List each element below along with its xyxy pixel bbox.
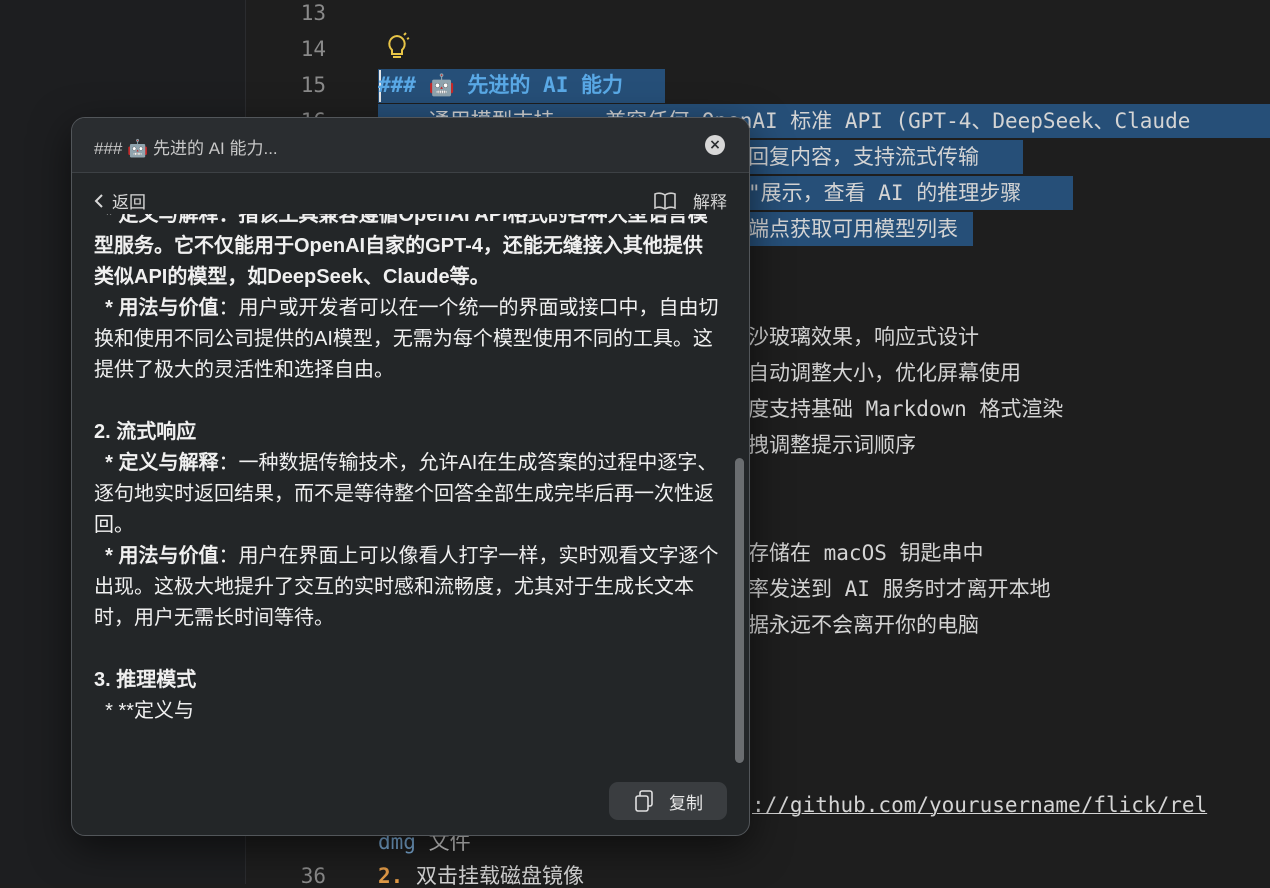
popup-header: ### 🤖 先进的 AI 能力... × [72, 118, 749, 173]
paragraph: * **定义与 [94, 700, 195, 722]
code-text: 双击挂载磁盘镜像 [403, 864, 584, 888]
paragraph-label: * 用法与价值 [94, 545, 219, 567]
paragraph: * 用法与价值：用户或开发者可以在一个统一的界面或接口中，自由切换和使用不同公司… [94, 293, 722, 386]
line-number: 13 [300, 1, 326, 25]
code-line-21[interactable]: 沙玻璃效果，响应式设计 [748, 325, 979, 349]
code-line-29[interactable]: 据永远不会离开你的电脑 [748, 613, 979, 637]
book-icon [654, 191, 676, 210]
line-number: 15 [300, 73, 326, 97]
code-line-link[interactable]: ://github.com/yourusername/flick/rel [752, 793, 1207, 817]
section-heading: 3. 推理模式 [94, 665, 722, 696]
explain-button[interactable]: 解释 [653, 188, 727, 213]
heading-text: 2. 流式响应 [94, 421, 197, 443]
heading-hash: ### [378, 73, 416, 97]
code-line-24[interactable]: 拽调整提示词顺序 [748, 433, 916, 457]
chevron-left-icon [94, 193, 103, 208]
code-line-17[interactable]: 回复内容，支持流式传输 [748, 145, 979, 169]
heading-text: 先进的 AI 能力 [467, 73, 623, 97]
copy-button[interactable]: 复制 [609, 782, 727, 820]
back-button[interactable]: 返回 [94, 188, 146, 213]
lightbulb-icon[interactable] [384, 32, 410, 62]
code-line-22[interactable]: 自动调整大小，优化屏幕使用 [748, 361, 1021, 385]
scrollbar-thumb[interactable] [735, 458, 744, 763]
list-number: 2. [378, 864, 404, 888]
copy-icon [635, 790, 653, 812]
paragraph-label: * 用法与价值 [94, 297, 219, 319]
paragraph: * 定义与解释：一种数据传输技术，允许AI在生成答案的过程中逐字、逐句地实时返回… [94, 448, 722, 541]
code-line-18[interactable]: "展示，查看 AI 的推理步骤 [748, 181, 1021, 205]
robot-icon: 🤖 [428, 73, 455, 97]
explain-popup: ### 🤖 先进的 AI 能力... × 返回 解释 * 定义与解释：指该工具兼… [71, 117, 750, 836]
paragraph: * 用法与价值：用户在界面上可以像看人打字一样，实时观看文字逐个出现。这极大地提… [94, 541, 722, 634]
code-line-19[interactable]: 端点获取可用模型列表 [748, 217, 958, 241]
code-line-27[interactable]: 存储在 macOS 钥匙串中 [748, 541, 984, 565]
code-line-23[interactable]: 度支持基础 Markdown 格式渲染 [748, 397, 1063, 421]
paragraph-text: * 定义与解释：指该工具兼容遵循OpenAI API格式的各种大型语言模型服务。… [94, 214, 708, 288]
code-line-15[interactable]: ### 🤖 先进的 AI 能力 [378, 73, 623, 97]
code-line-36[interactable]: 2. 双击挂载磁盘镜像 [378, 864, 584, 888]
heading-text: 3. 推理模式 [94, 669, 197, 691]
popup-title: ### 🤖 先进的 AI 能力... [94, 139, 278, 158]
close-icon[interactable]: × [705, 135, 725, 155]
line-number: 14 [300, 37, 326, 61]
back-label: 返回 [112, 193, 146, 212]
paragraph: * 定义与解释：指该工具兼容遵循OpenAI API格式的各种大型语言模型服务。… [94, 214, 722, 293]
paragraph-label: * 定义与解释 [94, 452, 219, 474]
copy-label: 复制 [669, 793, 703, 813]
line-number: 36 [300, 864, 326, 888]
code-line-28[interactable]: 率发送到 AI 服务时才离开本地 [748, 577, 1051, 601]
explanation-content: * 定义与解释：指该工具兼容遵循OpenAI API格式的各种大型语言模型服务。… [94, 214, 722, 784]
section-heading: 2. 流式响应 [94, 417, 722, 448]
explain-label: 解释 [693, 193, 727, 212]
